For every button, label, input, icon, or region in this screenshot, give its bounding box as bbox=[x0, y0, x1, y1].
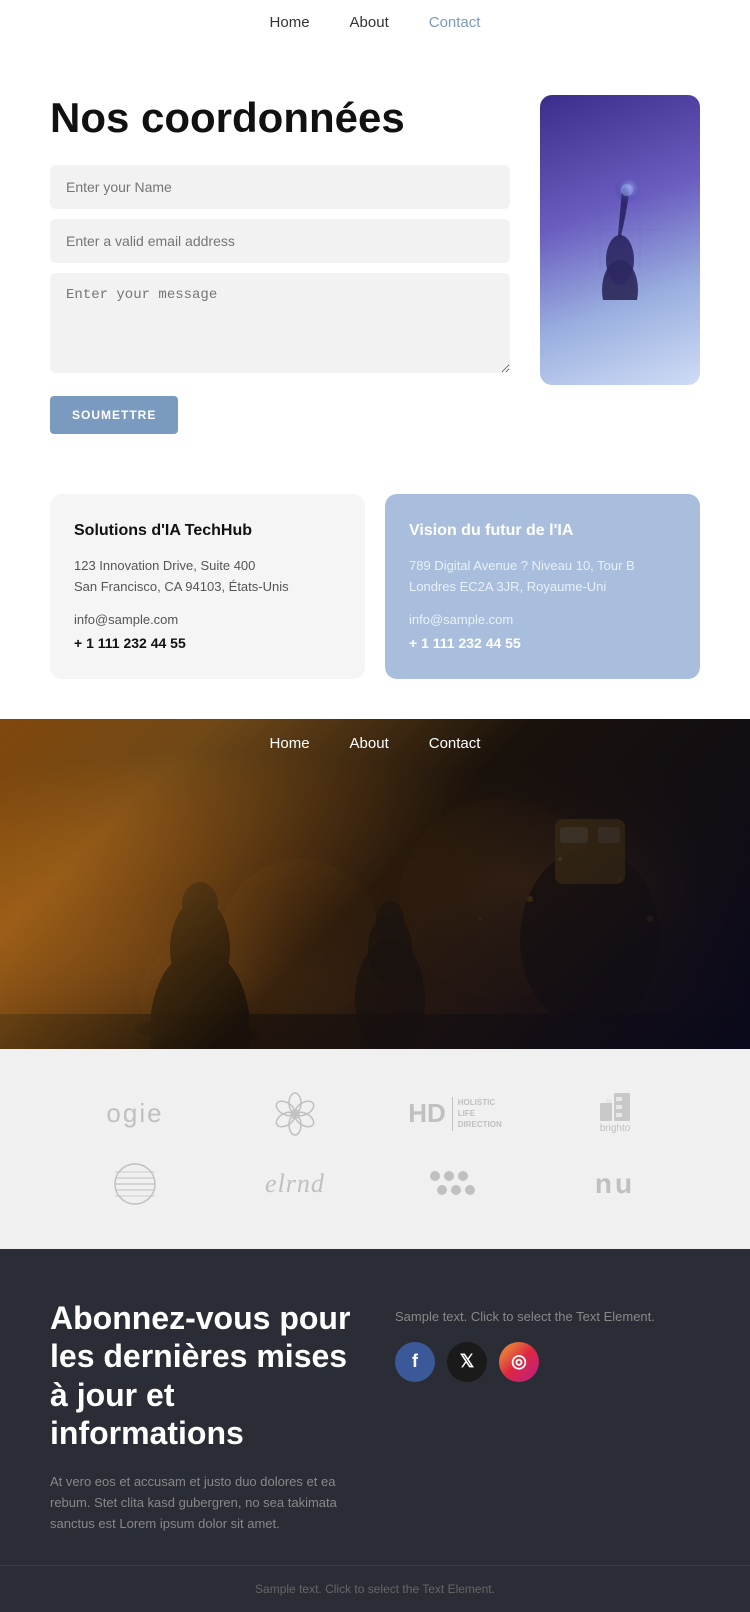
facebook-icon[interactable]: f bbox=[395, 1342, 435, 1382]
card1-email: info@sample.com bbox=[74, 612, 341, 627]
twitter-icon[interactable]: 𝕏 bbox=[447, 1342, 487, 1382]
logos-section: ogie HD HOLISTICLIFEDIRECTION bbox=[0, 1049, 750, 1249]
message-input[interactable] bbox=[50, 273, 510, 373]
hero-nav-contact[interactable]: Contact bbox=[429, 735, 481, 752]
logo-hd: HD HOLISTICLIFEDIRECTION bbox=[380, 1089, 530, 1139]
contact-image-inner bbox=[540, 95, 700, 385]
logo-flower bbox=[220, 1089, 370, 1139]
footer-body: At vero eos et accusam et justo duo dolo… bbox=[50, 1472, 355, 1534]
hero-overlay bbox=[0, 719, 750, 1049]
hero-navigation: Home About Contact bbox=[0, 735, 750, 752]
top-navigation: Home About Contact bbox=[0, 0, 750, 45]
nav-contact[interactable]: Contact bbox=[429, 14, 481, 31]
contact-form-area: Nos coordonnées SOUMETTRE bbox=[50, 95, 510, 434]
card1-address: 123 Innovation Drive, Suite 400 San Fran… bbox=[74, 556, 341, 598]
footer-sample-text: Sample text. Click to select the Text El… bbox=[395, 1309, 700, 1324]
contact-section: Nos coordonnées SOUMETTRE bbox=[0, 45, 750, 474]
card1-phone: + 1 111 232 44 55 bbox=[74, 635, 341, 651]
logo-ogie: ogie bbox=[60, 1089, 210, 1139]
submit-button[interactable]: SOUMETTRE bbox=[50, 396, 178, 434]
contact-image-area bbox=[540, 95, 700, 385]
brighto-icon bbox=[600, 1093, 630, 1121]
social-icons: f 𝕏 ◎ bbox=[395, 1342, 700, 1382]
card2-title: Vision du futur de l'IA bbox=[409, 522, 676, 540]
logo-dots bbox=[380, 1159, 530, 1209]
hero-nav-about[interactable]: About bbox=[350, 735, 389, 752]
contact-title: Nos coordonnées bbox=[50, 95, 510, 141]
footer-bottom: Sample text. Click to select the Text El… bbox=[0, 1565, 750, 1612]
footer-bottom-text: Sample text. Click to select the Text El… bbox=[255, 1582, 495, 1596]
contact-image bbox=[540, 95, 700, 385]
logo-brighto: brighto bbox=[540, 1089, 690, 1139]
footer-heading: Abonnez-vous pour les dernières mises à … bbox=[50, 1299, 355, 1453]
card2-phone: + 1 111 232 44 55 bbox=[409, 635, 676, 651]
hero-nav-home[interactable]: Home bbox=[270, 735, 310, 752]
name-input[interactable] bbox=[50, 165, 510, 209]
address-card-2: Vision du futur de l'IA 789 Digital Aven… bbox=[385, 494, 700, 679]
nav-home[interactable]: Home bbox=[270, 14, 310, 31]
address-card-1: Solutions d'IA TechHub 123 Innovation Dr… bbox=[50, 494, 365, 679]
flower-icon bbox=[270, 1089, 320, 1139]
logo-striped bbox=[60, 1159, 210, 1209]
card2-address: 789 Digital Avenue ? Niveau 10, Tour B L… bbox=[409, 556, 676, 598]
striped-circle-icon bbox=[113, 1162, 157, 1206]
hero-section: Home About Contact bbox=[0, 719, 750, 1049]
footer-left: Abonnez-vous pour les dernières mises à … bbox=[50, 1299, 355, 1535]
nav-about[interactable]: About bbox=[350, 14, 389, 31]
footer-right: Sample text. Click to select the Text El… bbox=[395, 1299, 700, 1382]
dots-icon bbox=[429, 1168, 481, 1200]
logo-nu: nu bbox=[540, 1159, 690, 1209]
instagram-icon[interactable]: ◎ bbox=[499, 1342, 539, 1382]
logo-elrnd: elrnd bbox=[220, 1159, 370, 1209]
hand-icon bbox=[570, 180, 670, 300]
email-input[interactable] bbox=[50, 219, 510, 263]
card1-title: Solutions d'IA TechHub bbox=[74, 522, 341, 540]
address-section: Solutions d'IA TechHub 123 Innovation Dr… bbox=[0, 474, 750, 719]
card2-email: info@sample.com bbox=[409, 612, 676, 627]
footer-section: Abonnez-vous pour les dernières mises à … bbox=[0, 1249, 750, 1565]
